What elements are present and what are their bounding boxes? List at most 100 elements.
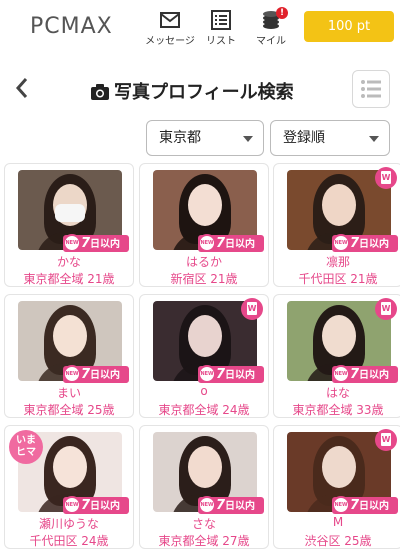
nav-mile-label: マイル xyxy=(256,36,286,47)
area-select-value: 東京都 xyxy=(159,130,201,146)
points-button[interactable]: 100 pt xyxy=(304,11,394,42)
days-number: 7 xyxy=(216,236,226,251)
new-7days-badge: NEW 7日以内 xyxy=(198,234,264,252)
photo-face xyxy=(53,446,87,488)
title-bar: 写真プロフィール検索 xyxy=(0,62,400,116)
profile-location-age: 東京都全域 21歳 xyxy=(23,272,115,286)
new-tag: NEW xyxy=(198,496,216,514)
days-number: 7 xyxy=(350,498,360,513)
w-document-badge: W xyxy=(375,298,397,320)
photo-mask xyxy=(55,204,85,222)
list-view-icon xyxy=(361,80,381,98)
profile-card[interactable]: NEW 7日以内 かな 東京都全域 21歳 xyxy=(4,163,134,287)
new-7days-badge: NEW 7日以内 xyxy=(332,496,398,514)
profile-location-age: 東京都全域 33歳 xyxy=(292,403,384,417)
area-select[interactable]: 東京都 xyxy=(146,120,264,156)
profile-name: かな xyxy=(56,255,81,269)
days-number: 7 xyxy=(81,236,91,251)
photo-face xyxy=(322,315,356,357)
ima-line2: ヒマ xyxy=(16,447,36,458)
days-number: 7 xyxy=(350,367,360,382)
days-suffix: 日以内 xyxy=(359,370,390,381)
days-suffix: 日以内 xyxy=(90,370,121,381)
list-icon xyxy=(211,10,231,30)
envelope-icon xyxy=(160,12,180,28)
days-suffix: 日以内 xyxy=(90,501,121,512)
sort-select[interactable]: 登録順 xyxy=(270,120,390,156)
profile-name: はるか xyxy=(185,255,222,269)
profile-location-age: 千代田区 21歳 xyxy=(298,272,378,286)
photo-face xyxy=(188,446,222,488)
days-number: 7 xyxy=(81,367,91,382)
caret-down-icon xyxy=(369,136,379,142)
new-7days-badge: NEW 7日以内 xyxy=(198,365,264,383)
photo-face xyxy=(53,315,87,357)
sort-select-value: 登録順 xyxy=(283,130,325,146)
new-tag: NEW xyxy=(332,234,350,252)
days-suffix: 日以内 xyxy=(359,501,390,512)
profile-name: M xyxy=(332,515,344,529)
profile-card[interactable]: NEW 7日以内 Wo 東京都全域 24歳 xyxy=(139,294,269,418)
profile-card[interactable]: NEW 7日以内 さな 東京都全域 27歳 xyxy=(139,425,269,549)
photo-face xyxy=(188,315,222,357)
profile-location-age: 東京都全域 27歳 xyxy=(158,534,250,548)
new-tag: NEW xyxy=(63,234,81,252)
pcmax-logo[interactable]: PCMAX xyxy=(30,14,113,39)
profile-location-age: 東京都全域 24歳 xyxy=(158,403,250,417)
profile-location-age: 千代田区 24歳 xyxy=(29,534,109,548)
profile-name: さな xyxy=(191,517,216,531)
nav-mile[interactable]: ! マイル xyxy=(241,7,301,47)
page-title-text: 写真プロフィール検索 xyxy=(114,82,294,103)
photo-face xyxy=(188,184,222,226)
camera-icon xyxy=(91,84,109,100)
document-icon: W xyxy=(381,302,391,315)
profile-card[interactable]: NEW 7日以内 W はな東京都全域 33歳 xyxy=(273,294,400,418)
profile-card[interactable]: NEW 7日以内 W 凛那千代田区 21歳 xyxy=(273,163,400,287)
ima-hima-badge: いま ヒマ xyxy=(9,430,43,464)
days-suffix: 日以内 xyxy=(225,370,256,381)
new-7days-badge: NEW 7日以内 xyxy=(332,365,398,383)
document-icon: W xyxy=(247,302,257,315)
document-icon: W xyxy=(381,171,391,184)
alert-badge: ! xyxy=(276,7,288,19)
new-7days-badge: NEW 7日以内 xyxy=(63,496,129,514)
profile-name: 凛那 xyxy=(325,255,350,269)
new-7days-badge: NEW 7日以内 xyxy=(63,365,129,383)
days-suffix: 日以内 xyxy=(90,239,121,250)
profile-name: o xyxy=(200,384,208,398)
page-title: 写真プロフィール検索 xyxy=(90,78,294,104)
caret-down-icon xyxy=(243,136,253,142)
nav-list-label: リスト xyxy=(206,36,236,47)
profile-name: まい xyxy=(56,386,81,400)
chevron-left-icon[interactable] xyxy=(12,75,32,101)
days-number: 7 xyxy=(216,498,226,513)
profile-location-age: 東京都全域 25歳 xyxy=(23,403,115,417)
app-header: PCMAX メッセージ リスト ! マイル 100 pt xyxy=(0,0,400,52)
days-number: 7 xyxy=(216,367,226,382)
new-tag: NEW xyxy=(198,234,216,252)
profile-card[interactable]: NEW 7日以内 いま ヒマ 瀬川ゆうな 千代田区 24歳 xyxy=(4,425,134,549)
profile-location-age: 新宿区 21歳 xyxy=(170,272,238,286)
new-tag: NEW xyxy=(198,365,216,383)
new-7days-badge: NEW 7日以内 xyxy=(332,234,398,252)
profile-card[interactable]: NEW 7日以内まい東京都全域 25歳 xyxy=(4,294,134,418)
ima-line1: いま xyxy=(16,435,36,446)
profile-card[interactable]: NEW 7日以内 はるか 新宿区 21歳 xyxy=(139,163,269,287)
profile-card[interactable]: NEW 7日以内 W M 渋谷区 25歳 xyxy=(273,425,400,549)
days-suffix: 日以内 xyxy=(359,239,390,250)
w-document-badge: W xyxy=(375,167,397,189)
nav-messages-label: メッセージ xyxy=(145,36,195,47)
list-view-button[interactable] xyxy=(352,70,390,108)
w-document-badge: W xyxy=(375,429,397,451)
document-icon: W xyxy=(381,433,391,446)
profile-location-age: 渋谷区 25歳 xyxy=(304,534,372,548)
new-7days-badge: NEW 7日以内 xyxy=(198,496,264,514)
days-suffix: 日以内 xyxy=(225,501,256,512)
photo-face xyxy=(322,184,356,226)
profile-name: はな xyxy=(325,386,350,400)
days-suffix: 日以内 xyxy=(225,239,256,250)
w-document-badge: W xyxy=(241,298,263,320)
new-tag: NEW xyxy=(63,496,81,514)
new-7days-badge: NEW 7日以内 xyxy=(63,234,129,252)
new-tag: NEW xyxy=(332,496,350,514)
